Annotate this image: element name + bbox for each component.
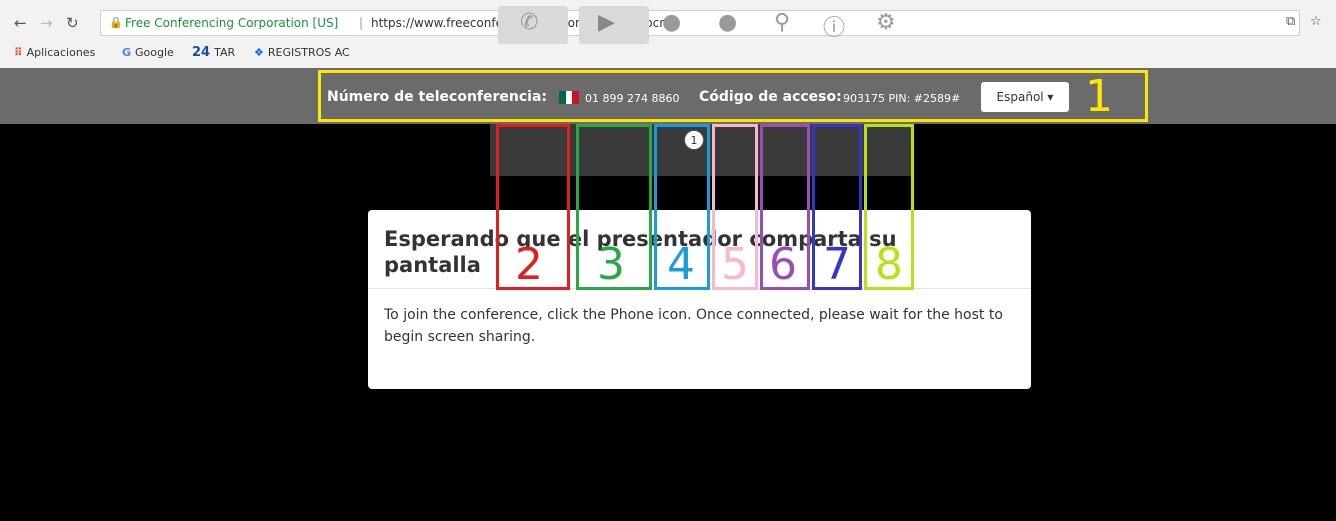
- bookmark-label: REGISTROS AC: [267, 46, 350, 59]
- forward-icon[interactable]: →: [40, 14, 53, 32]
- annotation-number-6: 6: [769, 239, 797, 290]
- bookmark-tar[interactable]: 24 TAR: [192, 42, 235, 64]
- annotation-number-4: 4: [667, 239, 695, 290]
- annotation-number-7: 7: [823, 239, 851, 290]
- annotation-box-2: 2: [496, 124, 570, 290]
- settings-icon[interactable]: ⚙: [876, 10, 896, 35]
- google-icon: G: [122, 46, 132, 59]
- mexico-flag-icon: [559, 91, 580, 104]
- lock-icon: 🔒: [109, 16, 123, 29]
- annotation-number-3: 3: [597, 239, 625, 290]
- conference-number-label: Número de teleconferencia:: [327, 89, 548, 105]
- bookmark-label: Aplicaciones: [26, 46, 96, 59]
- translate-icon[interactable]: ⧉: [1286, 14, 1295, 29]
- annotation-number-8: 8: [875, 239, 903, 290]
- bookmark-label: Google: [135, 46, 174, 59]
- annotation-box-1: Número de teleconferencia: 01 899 274 88…: [318, 70, 1148, 122]
- info-icon[interactable]: ⓘ: [823, 10, 845, 42]
- bookmark-google[interactable]: G Google: [122, 42, 174, 64]
- apps-grid-icon: ⠿: [14, 46, 23, 59]
- annotation-box-3: 3: [576, 124, 652, 290]
- annotation-box-4: 4: [654, 124, 710, 290]
- language-dropdown[interactable]: Español ▾: [981, 82, 1069, 112]
- number-24-icon: 24: [192, 45, 211, 60]
- card-body: To join the conference, click the Phone …: [384, 307, 1003, 345]
- conference-number-value: 01 899 274 8860: [585, 92, 680, 105]
- star-icon[interactable]: ☆: [1310, 14, 1322, 29]
- video-icon: ▶: [598, 10, 615, 35]
- annotation-box-6: 6: [760, 124, 810, 290]
- phone-icon: ✆: [520, 10, 539, 35]
- annotation-number-5: 5: [721, 239, 749, 290]
- annotation-box-5: 5: [712, 124, 758, 290]
- dropbox-icon: ❖: [254, 46, 264, 59]
- bookmark-apps[interactable]: ⠿ Aplicaciones: [14, 42, 95, 64]
- access-code-value: 903175 PIN: #2589#: [843, 92, 961, 105]
- bookmark-label: TAR: [214, 46, 236, 59]
- url-separator: |: [359, 16, 364, 30]
- annotation-box-7: 7: [812, 124, 862, 290]
- bookmarks-bar: ⠿ Aplicaciones G Google 24 TAR ❖ REGISTROS A…: [0, 42, 1336, 64]
- address-bar[interactable]: 🔒 Free Conferencing Corporation [US] | h…: [100, 10, 1300, 36]
- annotation-number-2: 2: [515, 239, 543, 290]
- chat-icon[interactable]: ●: [718, 10, 737, 35]
- bookmark-registros[interactable]: ❖ REGISTROS AC: [254, 42, 350, 64]
- search-icon[interactable]: ⚲: [774, 10, 790, 35]
- site-identity: Free Conferencing Corporation [US]: [125, 16, 339, 30]
- annotation-number-1: 1: [1085, 71, 1113, 122]
- annotation-box-8: 8: [864, 124, 914, 290]
- access-code-label: Código de acceso:: [699, 89, 842, 105]
- participants-icon[interactable]: ●: [662, 10, 681, 35]
- back-icon[interactable]: ←: [14, 14, 27, 32]
- conference-info-bar: Número de teleconferencia: 01 899 274 88…: [0, 68, 1336, 124]
- reload-icon[interactable]: ↻: [66, 14, 79, 32]
